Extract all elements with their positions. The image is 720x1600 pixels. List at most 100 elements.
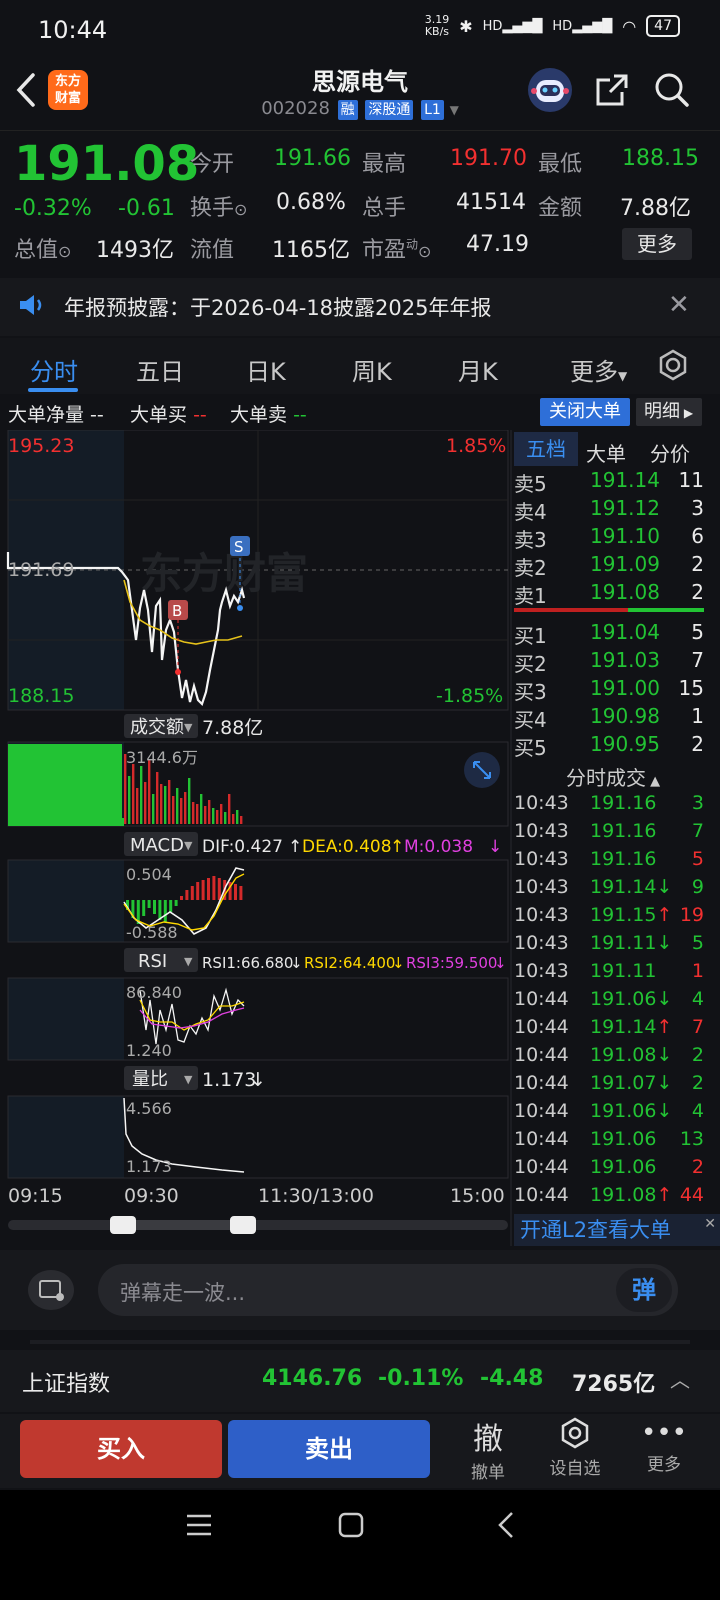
chevron-up-icon[interactable]: ︿ <box>670 1364 690 1393</box>
tick-time: 10:43 <box>514 820 569 842</box>
time-label-close: 15:00 <box>450 1185 505 1207</box>
danmu-settings-icon[interactable] <box>28 1270 74 1310</box>
ask-row[interactable]: 卖5 191.14 11 <box>514 468 720 496</box>
ask-row[interactable]: 卖2 191.09 2 <box>514 552 720 580</box>
tick-time: 10:44 <box>514 988 569 1010</box>
tick-price: 191.08↓ <box>590 1044 673 1066</box>
tick-price: 191.08 ↑ <box>590 1184 673 1206</box>
index-pct: -0.11% <box>378 1366 464 1391</box>
close-icon[interactable]: ✕ <box>704 1208 716 1240</box>
settings-gear-icon[interactable] <box>656 348 690 386</box>
ticks-title[interactable]: 分时成交 ▲ <box>566 762 660 791</box>
home-icon[interactable] <box>338 1512 364 1542</box>
hexagon-icon <box>561 1417 589 1449</box>
amount-value: 7.88亿 <box>620 196 691 221</box>
intraday-chart[interactable]: 东方财富 B S 195.23 191.69 188.15 1.85% -1.8… <box>0 430 512 1246</box>
level-price: 191.12 <box>590 496 660 520</box>
time-label-noon: 11:30/13:00 <box>258 1185 374 1207</box>
index-bar[interactable]: 上证指数 4146.76 -0.11% -4.48 7265亿 ︿ <box>0 1350 720 1412</box>
cancel-order-button[interactable]: 撤 撤单 <box>464 1414 512 1483</box>
tab-week-k[interactable]: 周K <box>352 352 392 387</box>
turnover-label[interactable]: 换手⊙ <box>190 190 247 222</box>
amount-bar <box>224 812 227 824</box>
pe-value: 47.19 <box>466 232 529 257</box>
danmu-input[interactable]: 弹幕走一波... 弹 <box>98 1264 678 1316</box>
detail-button[interactable]: 明细 ▶ <box>636 398 702 426</box>
buy-marker: B <box>172 602 182 620</box>
amount-bar <box>180 798 183 824</box>
tick-price: 191.06 <box>590 1128 657 1150</box>
tick-price: 191.16 <box>590 848 657 870</box>
level-price: 191.03 <box>590 648 660 672</box>
more-actions-button[interactable]: ••• 更多 <box>640 1416 688 1475</box>
level-label: 买5 <box>514 736 547 760</box>
l2-promo-banner[interactable]: 开通L2查看大单 ✕ <box>514 1214 720 1246</box>
divider <box>0 130 720 131</box>
pe-label[interactable]: 市盈动⊙ <box>362 232 431 264</box>
tab-more[interactable]: 更多▼ <box>570 352 627 387</box>
level-price: 190.95 <box>590 732 660 756</box>
cancel-order-icon: 撤 <box>473 1422 503 1457</box>
tab-intraday[interactable]: 分时 <box>30 352 78 387</box>
tick-price: 191.06↓ <box>590 988 673 1010</box>
amount-bar <box>172 796 175 824</box>
level-label: 卖3 <box>514 528 547 552</box>
search-icon[interactable] <box>650 68 694 112</box>
level-volume: 3 <box>691 496 704 520</box>
tab-day-k[interactable]: 日K <box>246 352 286 387</box>
ask-row[interactable]: 卖4 191.12 3 <box>514 496 720 524</box>
add-watchlist-button[interactable]: 设自选 <box>544 1416 606 1479</box>
notice-bar[interactable]: 年报预披露：于2026-04-18披露2025年年报 ✕ <box>0 278 720 336</box>
ask-row[interactable]: 卖1 191.08 2 <box>514 580 720 608</box>
macd-indicator-label[interactable]: MACD <box>130 835 184 856</box>
big-order-sell: 大单卖 -- <box>230 404 307 426</box>
amount-bar <box>216 810 219 824</box>
price-bot-label: 188.15 <box>8 685 74 707</box>
system-icons: 3.19 KB/s ✱ HD▂▄▆█ HD▂▄▆█ ◠ 47 <box>425 14 680 38</box>
tab-month-k[interactable]: 月K <box>458 352 498 387</box>
danmu-send-button[interactable]: 弹 <box>616 1268 672 1312</box>
amount-bar <box>128 776 131 824</box>
big-order-net: 大单净量 -- <box>8 404 104 426</box>
tick-time: 10:43 <box>514 876 569 898</box>
macd-bar <box>185 890 189 900</box>
amount-indicator-label[interactable]: 成交额 <box>130 717 184 738</box>
nav-back-icon[interactable] <box>496 1510 516 1544</box>
amount-bar <box>188 778 191 824</box>
bid-row[interactable]: 买5 190.95 2 <box>514 732 720 760</box>
range-handle-left[interactable] <box>110 1216 136 1234</box>
robot-assistant-icon[interactable] <box>528 68 572 112</box>
tick-row: 10:44 191.06↓ 4 <box>514 988 720 1016</box>
amount-bar <box>220 804 223 824</box>
tick-volume: 13 <box>679 1128 704 1150</box>
tick-volume: 2 <box>691 1044 704 1066</box>
rsi-indicator-label[interactable]: RSI <box>138 951 167 972</box>
ask-row[interactable]: 卖3 191.10 6 <box>514 524 720 552</box>
tick-volume: 2 <box>691 1072 704 1094</box>
sell-button[interactable]: 卖出 <box>228 1420 430 1478</box>
bid-row[interactable]: 买4 190.98 1 <box>514 704 720 732</box>
tick-volume: 7 <box>691 1016 704 1038</box>
tick-time: 10:44 <box>514 1044 569 1066</box>
bid-row[interactable]: 买2 191.03 7 <box>514 648 720 676</box>
buy-button[interactable]: 买入 <box>20 1420 222 1478</box>
bid-row[interactable]: 买3 191.00 15 <box>514 676 720 704</box>
more-quote-button[interactable]: 更多 <box>622 228 692 260</box>
volume-ratio-label[interactable]: 量比 <box>132 1069 168 1090</box>
tab-five-day[interactable]: 五日 <box>136 352 184 387</box>
bid-row[interactable]: 买1 191.04 5 <box>514 620 720 648</box>
tick-price: 191.15 ↑ <box>590 904 673 926</box>
level-label: 买2 <box>514 652 547 676</box>
time-range-track[interactable] <box>8 1220 508 1230</box>
menu-icon[interactable] <box>186 1514 212 1540</box>
range-handle-right[interactable] <box>230 1216 256 1234</box>
tag-connect: 深股通 <box>365 100 414 120</box>
close-icon[interactable]: ✕ <box>668 290 690 320</box>
tab-indicator <box>28 388 78 392</box>
pct-bot-label: -1.85% <box>436 685 503 707</box>
macd-bar <box>153 900 156 914</box>
amount-bar <box>212 808 215 824</box>
mcap-label[interactable]: 总值⊙ <box>14 232 71 264</box>
close-big-order-button[interactable]: 关闭大单 <box>540 398 630 426</box>
share-icon[interactable] <box>590 68 634 112</box>
